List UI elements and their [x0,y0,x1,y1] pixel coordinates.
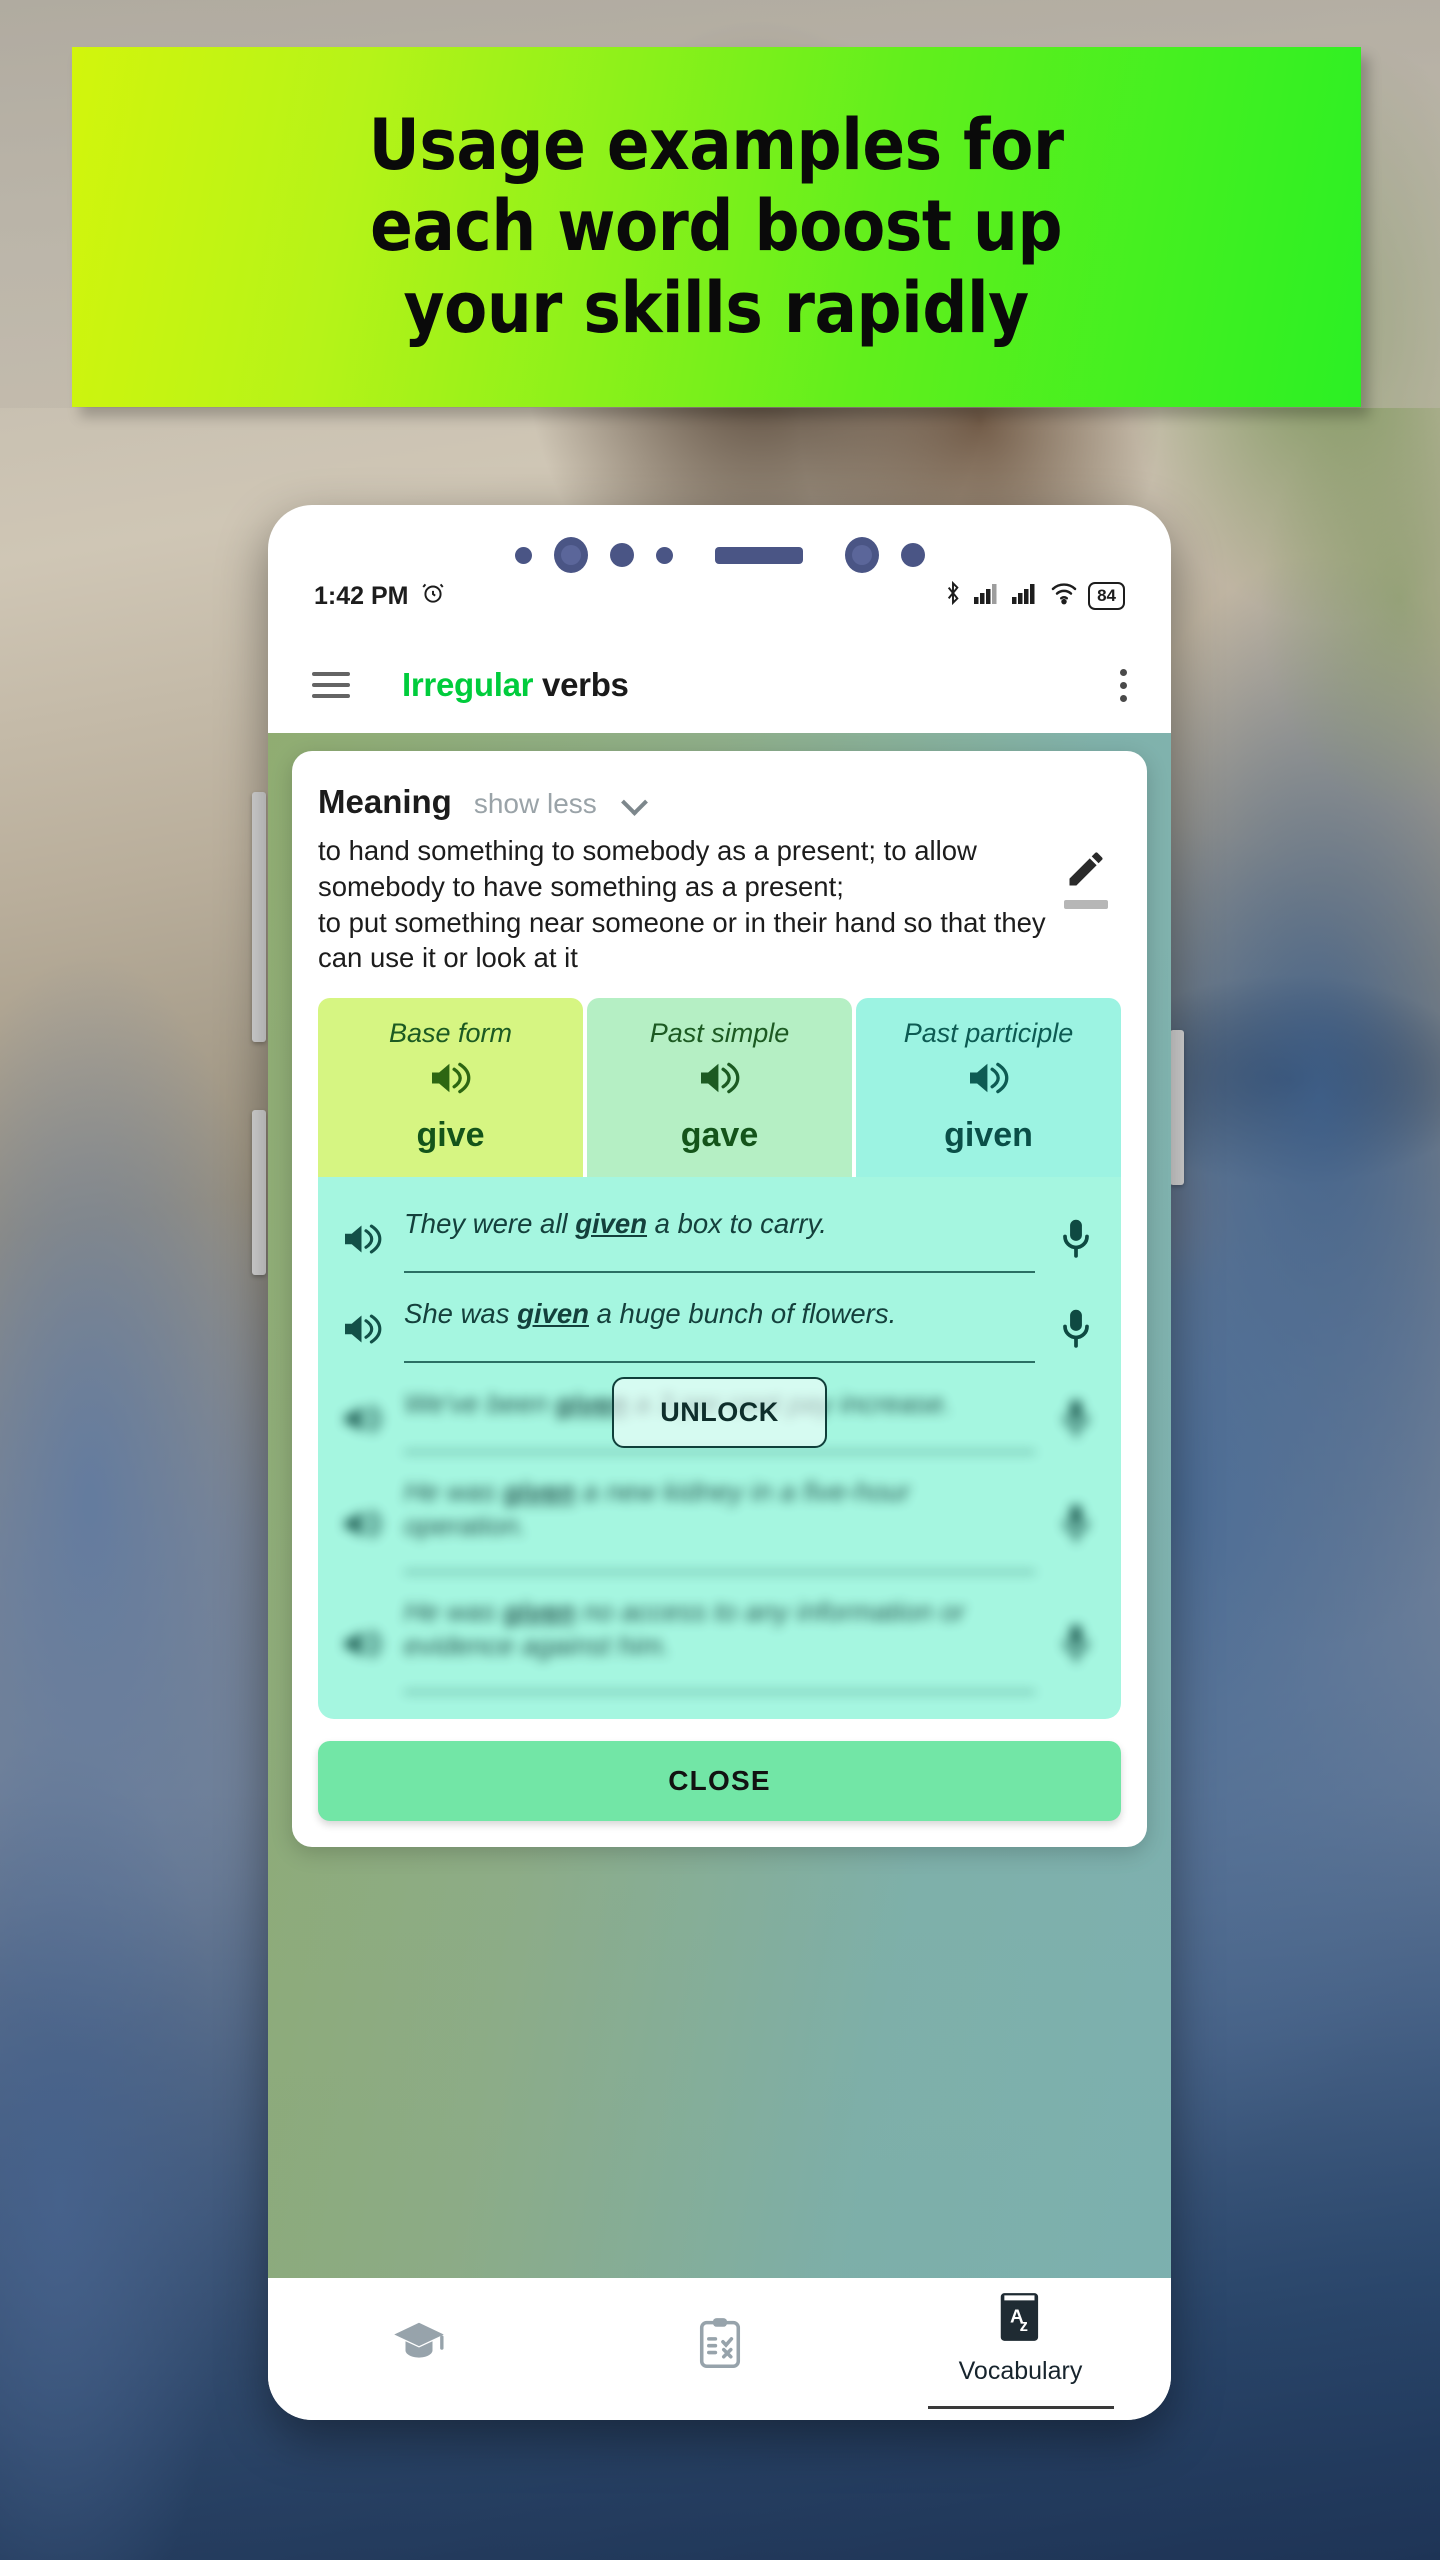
camera-dot-icon [900,543,925,567]
example-text-before: We've been [404,1387,556,1419]
microphone-icon [1053,1397,1099,1441]
example-sentence: They were all given a box to carry. [404,1205,1035,1273]
wifi-icon [1050,581,1078,612]
speaker-icon[interactable] [340,1311,386,1347]
alarm-icon [420,580,446,613]
bottom-navigation: A z Vocabulary [268,2278,1171,2420]
dictionary-az-icon: A z [996,2290,1046,2349]
microphone-icon [1053,1502,1099,1546]
nav-active-indicator [927,2405,1114,2409]
svg-text:z: z [1019,2316,1027,2335]
example-sentence: She was given a huge bunch of flowers. [404,1295,1035,1363]
unlock-button[interactable]: UNLOCK [612,1377,827,1448]
speaker-icon [340,1506,386,1542]
example-sentence: He was given a new kidney in a five-hour… [404,1475,1035,1574]
speaker-icon [340,1626,386,1662]
verb-form-word: given [944,1116,1033,1154]
example-row-locked: He was given a new kidney in a five-hour… [340,1453,1099,1574]
kebab-menu-icon[interactable] [1120,668,1127,702]
cellular-signal-icon [1012,581,1040,612]
example-text-after: a box to carry. [647,1207,827,1239]
example-text-after: a huge bunch of flowers. [588,1297,897,1329]
phone-power-button [1170,1030,1184,1185]
promo-banner: Usage examples for each word boost up yo… [72,47,1361,407]
status-bar: 1:42 PM 84 [268,567,1171,625]
meaning-title: Meaning [318,783,452,820]
bluetooth-icon [942,580,964,613]
phone-mockup: 1:42 PM 84 Irregular verbs Meaning show … [268,505,1171,2420]
microphone-icon [1053,1622,1099,1666]
nav-item-learn[interactable] [268,2316,569,2383]
verb-form-card-base[interactable]: Base form give [318,998,583,1177]
meaning-header: Meaning show less [318,783,1121,821]
meaning-text: to hand something to somebody as a prese… [318,835,1046,974]
pencil-underline [1064,900,1108,909]
page-title: Irregular verbs [402,666,629,704]
cellular-signal-icon [974,581,1002,612]
page-title-rest: verbs [533,666,629,703]
graduation-cap-icon [392,2316,446,2375]
example-row[interactable]: She was given a huge bunch of flowers. [340,1273,1099,1363]
verb-form-label: Past participle [903,1018,1074,1048]
usage-examples-panel: They were all given a box to carry. She … [318,1177,1121,1720]
camera-dot-icon [514,546,532,564]
modal-scrim[interactable]: Meaning show less to hand something to s… [268,733,1171,2278]
microphone-icon[interactable] [1053,1307,1099,1351]
example-text-before: They were all [404,1207,576,1239]
verb-form-word: give [416,1116,485,1154]
example-highlight-word: given [575,1207,648,1239]
page-title-accent: Irregular [402,666,534,703]
chevron-down-icon[interactable] [620,788,648,816]
promo-headline: Usage examples for each word boost up yo… [369,104,1064,349]
speaker-icon[interactable] [697,1059,743,1102]
hamburger-menu-icon[interactable] [312,672,350,698]
example-text-before: He was [404,1476,504,1507]
word-detail-modal: Meaning show less to hand something to s… [292,751,1147,1848]
example-highlight-word: given [503,1476,576,1507]
verb-form-word: gave [680,1116,759,1154]
camera-dot-icon [655,546,673,564]
example-sentence: He was given no access to any informatio… [404,1595,1035,1694]
phone-volume-up-button [252,792,266,1042]
speaker-icon [340,1401,386,1437]
nav-item-label: Vocabulary [958,2356,1083,2385]
battery-level: 84 [1088,582,1125,610]
verb-form-card-past-participle[interactable]: Past participle given [856,998,1121,1177]
verb-form-label: Base form [388,1018,513,1048]
earpiece-speaker-icon [714,546,803,564]
speaker-icon[interactable] [340,1221,386,1257]
show-less-toggle[interactable]: show less [474,788,597,820]
example-highlight-word: given [517,1297,589,1329]
example-highlight-word: given [503,1596,576,1628]
phone-volume-down-button [252,1110,266,1275]
clipboard-test-icon [695,2316,745,2375]
speaker-icon[interactable] [428,1059,474,1102]
status-time: 1:42 PM [314,581,409,610]
meaning-body: to hand something to somebody as a prese… [318,833,1121,976]
speaker-icon[interactable] [966,1059,1012,1102]
example-text-before: She was [404,1297,518,1329]
camera-dot-icon [609,543,634,567]
verb-form-card-past-simple[interactable]: Past simple gave [587,998,852,1177]
example-row-locked: He was given no access to any informatio… [340,1573,1099,1694]
example-row[interactable]: They were all given a box to carry. [340,1183,1099,1273]
close-button[interactable]: CLOSE [318,1741,1121,1822]
verb-form-label: Past simple [649,1018,790,1048]
pencil-edit-icon[interactable] [1051,833,1121,909]
verb-forms-row: Base form give Past simple gave Past par… [318,998,1121,1177]
app-bar: Irregular verbs [268,640,1171,730]
microphone-icon[interactable] [1053,1217,1099,1261]
nav-item-vocabulary[interactable]: A z Vocabulary [870,2290,1171,2409]
example-text-before: He was [404,1596,504,1628]
nav-item-tests[interactable] [569,2316,870,2383]
